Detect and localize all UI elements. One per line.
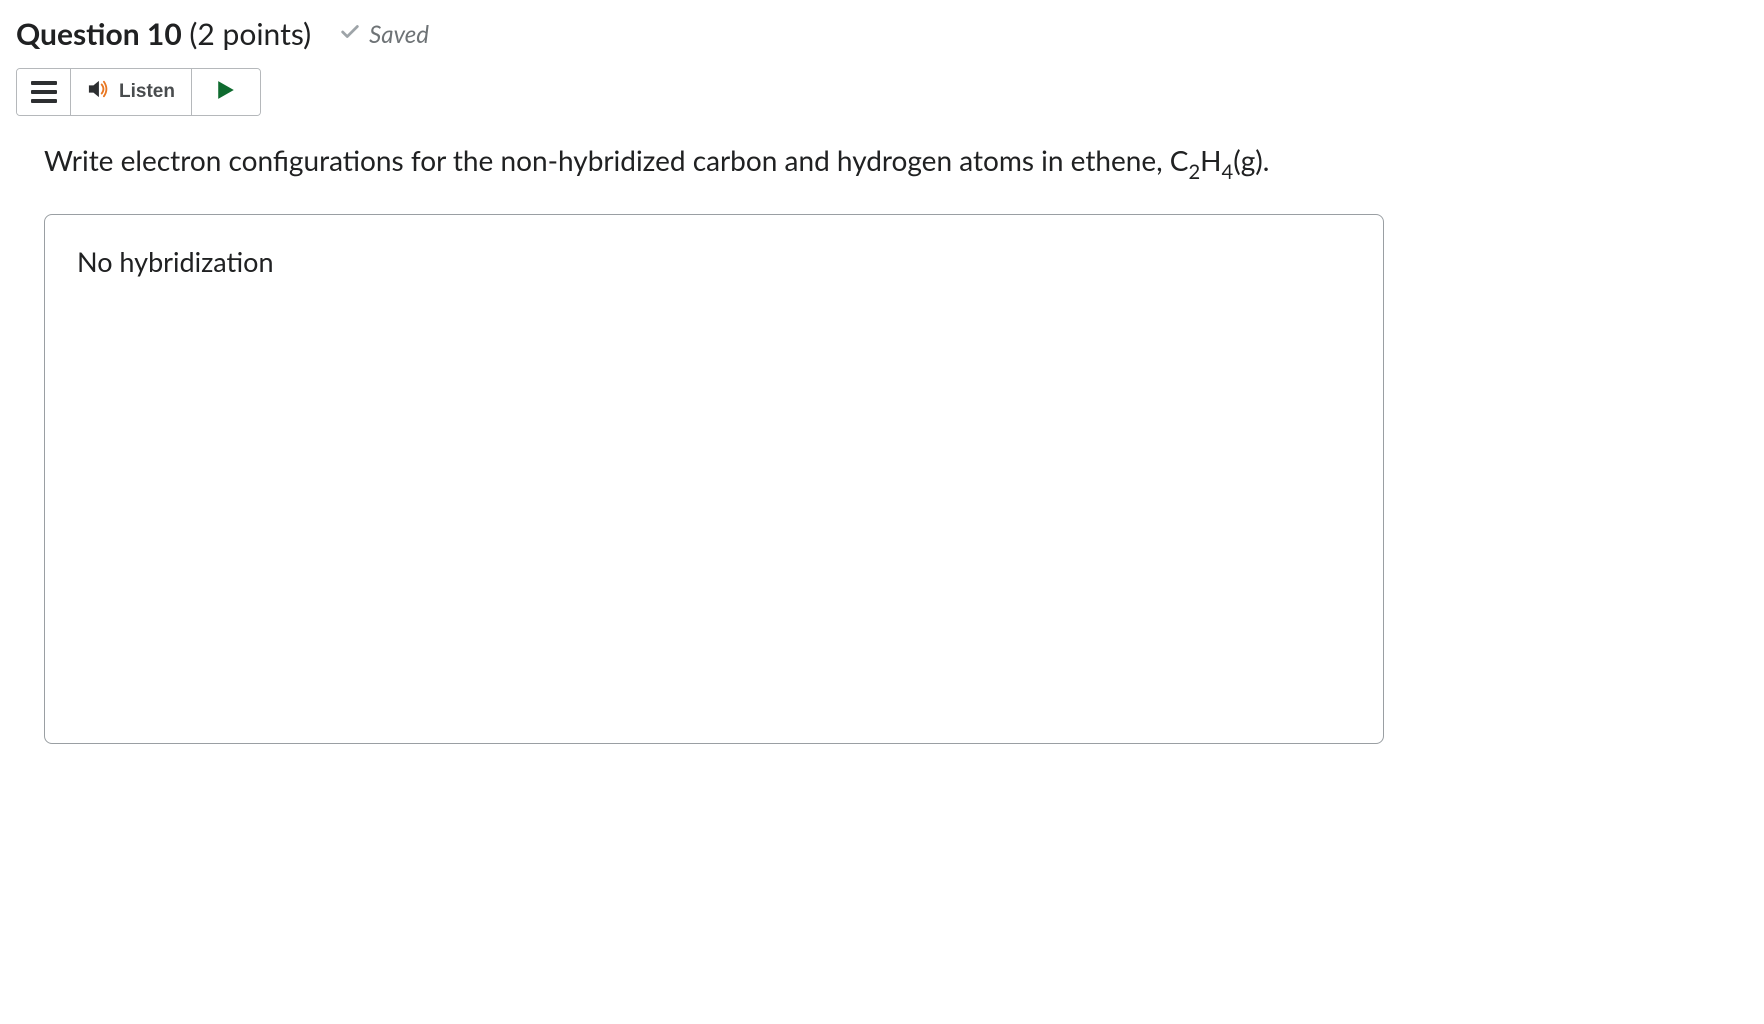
menu-button[interactable]: [17, 69, 71, 115]
question-header: Question 10 (2 points) Saved: [16, 16, 1748, 52]
answer-input[interactable]: [44, 214, 1384, 744]
saved-label: Saved: [369, 20, 429, 49]
listen-label: Listen: [119, 81, 175, 103]
question-title: Question 10 (2 points): [16, 16, 311, 52]
answer-area: [44, 214, 1748, 748]
saved-status: Saved: [339, 20, 429, 49]
hamburger-icon: [31, 81, 57, 103]
question-number: Question 10: [16, 16, 182, 52]
play-button[interactable]: [192, 69, 260, 115]
play-icon: [217, 80, 235, 104]
check-icon: [339, 21, 361, 48]
listen-button[interactable]: Listen: [71, 69, 192, 115]
speaker-icon: [87, 79, 109, 105]
question-prompt: Write electron configurations for the no…: [44, 140, 1748, 186]
question-points: (2 points): [189, 16, 311, 52]
audio-toolbar: Listen: [16, 68, 261, 116]
